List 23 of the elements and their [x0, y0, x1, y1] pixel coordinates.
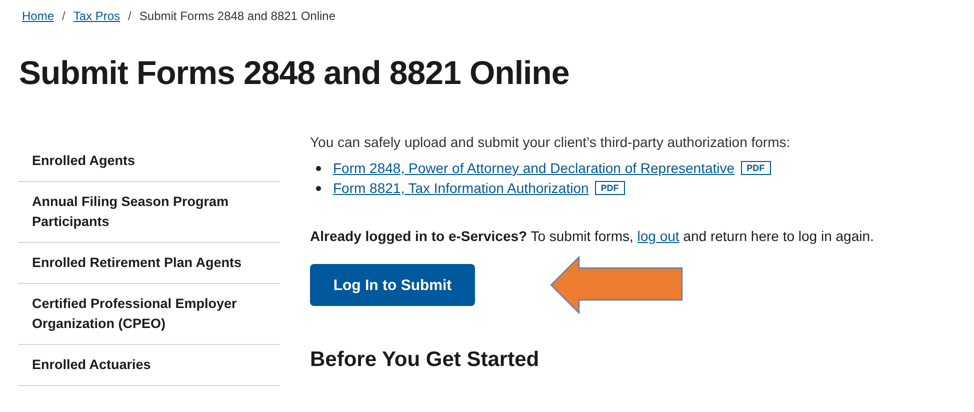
sidebar-item[interactable]: Enrolled Retirement Plan Agents — [32, 253, 242, 273]
sidebar-item[interactable]: Enrolled Actuaries — [32, 355, 151, 375]
bullet-icon — [316, 186, 321, 190]
breadcrumb-separator: / — [128, 9, 132, 23]
bullet-icon — [316, 166, 321, 170]
intro-text: You can safely upload and submit your client’s third-party authorization forms: — [310, 134, 792, 150]
pdf-badge: PDF — [594, 181, 625, 195]
breadcrumb-link[interactable]: Home — [22, 9, 54, 23]
form-link[interactable]: Form 2848, Power of Attorney and Declaration of Representative — [333, 160, 735, 176]
form-link[interactable]: Form 8821, Tax Information Authorization — [333, 180, 589, 196]
logout-link[interactable]: log out — [637, 228, 680, 244]
breadcrumb-separator: / — [62, 9, 66, 23]
sidebar-item[interactable]: Enrolled Agents — [32, 151, 136, 171]
breadcrumb-link[interactable]: Tax Pros — [73, 9, 120, 23]
notice-text: Already logged in to e-Services? To submit forms, log out and return here to log in again. — [310, 228, 874, 244]
sidebar-item[interactable]: Annual Filing Season Program Participants — [32, 192, 280, 232]
pdf-badge: PDF — [740, 161, 771, 175]
sidebar-item[interactable]: Certified Professional Employer Organization (CPEO) — [32, 294, 280, 334]
login-button[interactable]: Log In to Submit — [310, 264, 475, 306]
breadcrumb-current: Submit Forms 2848 and 8821 Online — [139, 9, 336, 23]
page-title: Submit Forms 2848 and 8821 Online — [19, 54, 570, 92]
arrow-icon — [550, 256, 684, 314]
section-heading: Before You Get Started — [310, 348, 540, 372]
